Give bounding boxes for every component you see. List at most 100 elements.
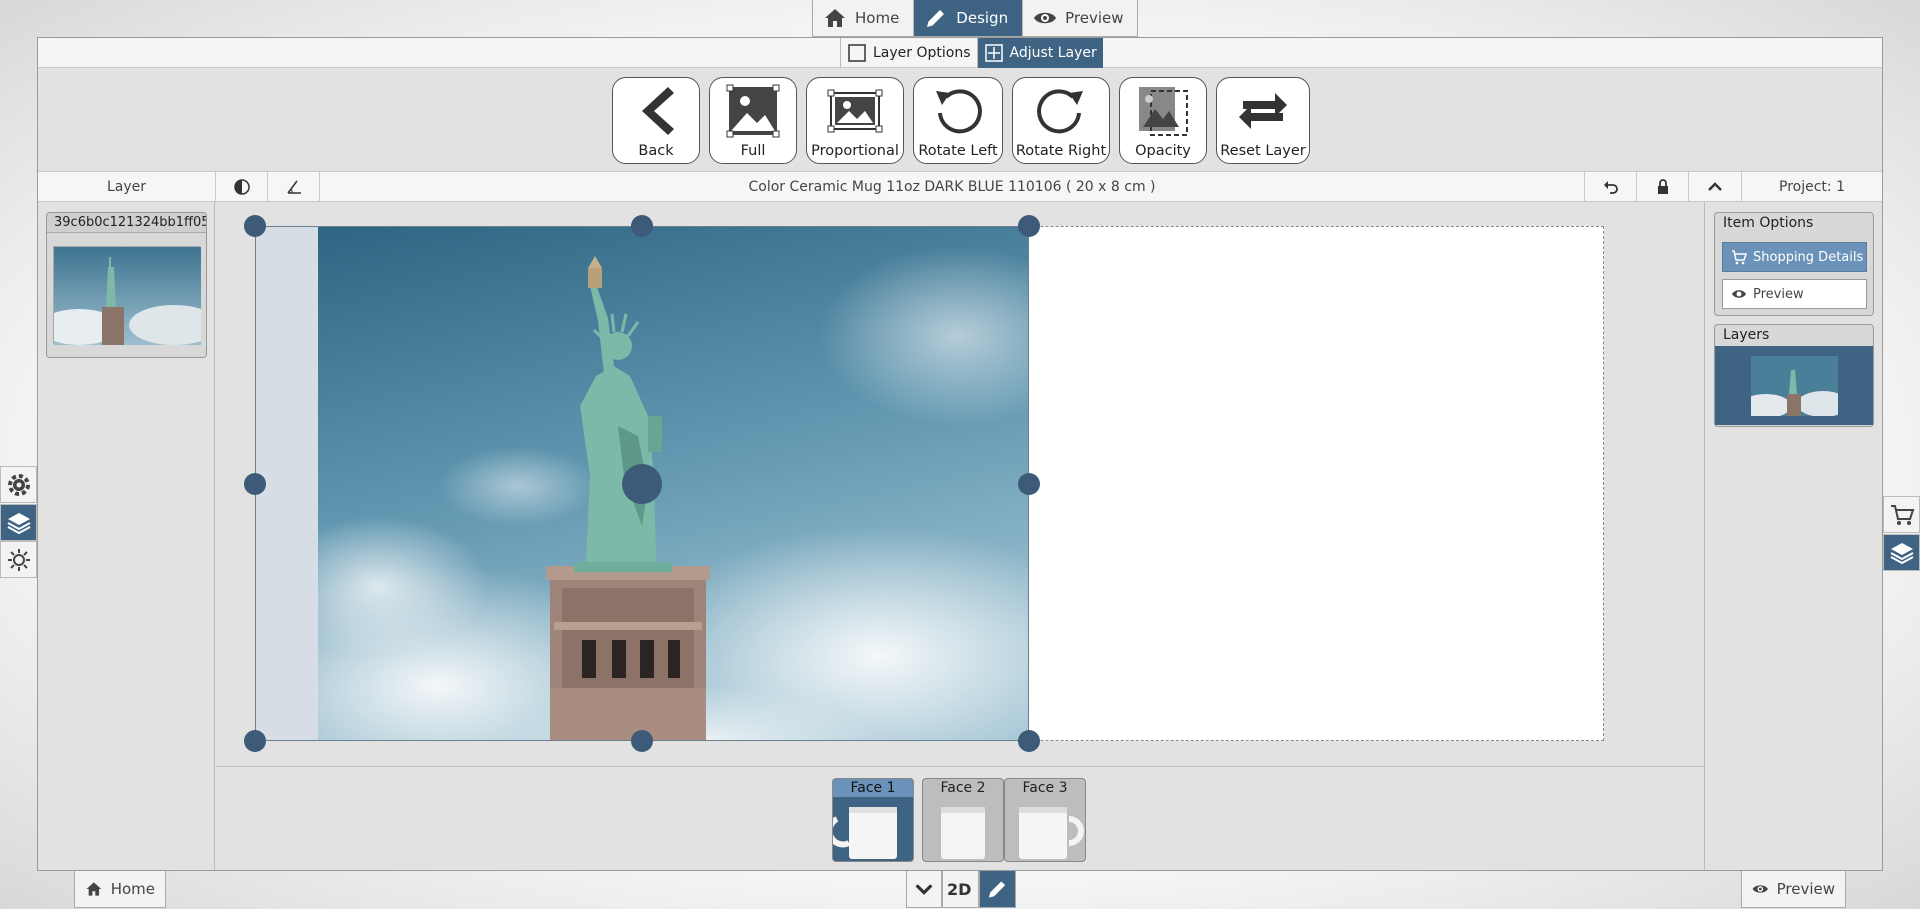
layers-icon xyxy=(7,512,30,534)
move-icon xyxy=(984,44,1003,62)
resize-handle-top-left[interactable] xyxy=(244,215,266,237)
resize-handle-bottom-right[interactable] xyxy=(1018,730,1040,752)
rotate-right-label: Rotate Right xyxy=(1015,143,1107,159)
reset-icon xyxy=(1239,93,1287,129)
bottom-home-button[interactable]: Home xyxy=(74,871,166,908)
collapse-down-button[interactable] xyxy=(906,871,942,908)
mug-icon xyxy=(941,807,985,859)
tab-home-label: Home xyxy=(855,9,900,27)
shopping-details-label: Shopping Details xyxy=(1753,249,1864,265)
shopping-details-button[interactable]: Shopping Details xyxy=(1722,242,1867,272)
reset-layer-label: Reset Layer xyxy=(1220,143,1306,159)
rotate-left-label: Rotate Left xyxy=(918,143,998,159)
tab-preview[interactable]: Preview xyxy=(1023,0,1137,36)
brightness-button[interactable] xyxy=(0,541,37,578)
resize-handle-top[interactable] xyxy=(631,215,653,237)
gear-icon xyxy=(7,473,30,496)
image-full-icon xyxy=(726,84,780,138)
opacity-icon xyxy=(1139,87,1188,136)
bottom-preview-button[interactable]: Preview xyxy=(1741,871,1846,908)
face-3-label: Face 3 xyxy=(1022,780,1068,796)
eye-icon xyxy=(1732,290,1746,298)
home-icon xyxy=(86,882,102,896)
mug-icon xyxy=(1019,807,1084,859)
project-label: Project: 1 xyxy=(1742,172,1882,201)
selection-box[interactable] xyxy=(244,215,1040,752)
chevron-down-icon xyxy=(915,884,933,895)
layer-name: 39c6b0c121324bb1ff05... xyxy=(47,213,206,233)
tab-adjust-layer[interactable]: Adjust Layer xyxy=(976,38,1103,68)
resize-handle-top-right[interactable] xyxy=(1018,215,1040,237)
face-2-label: Face 2 xyxy=(940,780,986,796)
tab-preview-label: Preview xyxy=(1065,9,1124,27)
cart-icon xyxy=(1732,250,1747,265)
layers-thumbnail[interactable] xyxy=(1741,356,1849,418)
chevron-up-icon xyxy=(1708,181,1722,191)
lock-icon xyxy=(1657,178,1668,194)
tab-design[interactable]: Design xyxy=(914,0,1024,36)
proportional-label: Proportional xyxy=(811,143,899,159)
pencil-icon xyxy=(927,10,945,27)
face-2[interactable]: Face 2 xyxy=(922,778,1004,862)
product-title: Color Ceramic Mug 11oz DARK BLUE 110106 … xyxy=(320,172,1585,201)
undo-button[interactable] xyxy=(1585,172,1637,201)
statue-thumbnail-image xyxy=(1741,356,1849,418)
back-label: Back xyxy=(638,143,674,159)
opacity-label: Opacity xyxy=(1135,143,1191,159)
view-mode-label: 2D xyxy=(947,879,972,899)
resize-handle-bottom-left[interactable] xyxy=(244,730,266,752)
rotate-left-button[interactable]: Rotate Left xyxy=(913,77,1003,164)
full-label: Full xyxy=(740,143,766,159)
collapse-button[interactable] xyxy=(1689,172,1742,201)
rotate-right-button[interactable]: Rotate Right xyxy=(1012,77,1110,164)
layer-thumbnail[interactable] xyxy=(39,246,219,345)
tab-home[interactable]: Home xyxy=(813,0,915,36)
square-icon xyxy=(848,44,866,62)
top-tabs: Home Design Preview xyxy=(812,0,1139,37)
edit-mode-button[interactable] xyxy=(979,871,1016,908)
tab-layer-options[interactable]: Layer Options xyxy=(840,38,977,68)
contrast-icon xyxy=(233,178,250,195)
undo-icon xyxy=(1603,180,1618,194)
view-mode-toggle[interactable]: 2D xyxy=(942,871,979,908)
product-title-text: Color Ceramic Mug 11oz DARK BLUE 110106 … xyxy=(748,178,1156,195)
reset-layer-button[interactable]: Reset Layer xyxy=(1216,77,1310,164)
resize-handle-bottom[interactable] xyxy=(631,730,653,752)
resize-handle-right[interactable] xyxy=(1018,473,1040,495)
layer-header: Layer xyxy=(38,172,216,201)
item-options-title: Item Options xyxy=(1723,215,1814,231)
bottom-preview-label: Preview xyxy=(1776,880,1835,898)
move-handle-center[interactable] xyxy=(622,464,662,504)
settings-button[interactable] xyxy=(0,466,37,503)
face-1[interactable]: Face 1 xyxy=(832,778,914,862)
opacity-button[interactable]: Opacity xyxy=(1119,77,1207,164)
tab-adjust-layer-label: Adjust Layer xyxy=(1009,45,1097,61)
info-bar: Layer Color Ceramic Mug 11oz DARK BLUE 1… xyxy=(38,171,1882,202)
cart-button[interactable] xyxy=(1883,496,1920,533)
bottom-home-label: Home xyxy=(110,880,155,898)
layer-toolbar: Back Full Proportional Rotate Left Rotat… xyxy=(612,77,1310,164)
face-3[interactable]: Face 3 xyxy=(1004,778,1086,862)
chevron-left-icon xyxy=(642,87,674,135)
proportional-button[interactable]: Proportional xyxy=(806,77,904,164)
image-proportional-icon xyxy=(827,89,883,133)
layers-toggle-right[interactable] xyxy=(1883,534,1920,571)
sub-tabs: Layer Options Adjust Layer xyxy=(840,38,1103,68)
rotate-left-icon xyxy=(936,89,982,134)
layers-toggle-left[interactable] xyxy=(0,504,37,541)
layer-header-label: Layer xyxy=(106,178,147,195)
eye-icon xyxy=(1752,885,1768,893)
preview-button[interactable]: Preview xyxy=(1722,279,1867,309)
angle-icon xyxy=(286,180,301,194)
lock-button[interactable] xyxy=(1637,172,1689,201)
contrast-button[interactable] xyxy=(216,172,268,201)
back-button[interactable]: Back xyxy=(612,77,700,164)
pencil-icon xyxy=(988,881,1006,898)
project-label-text: Project: 1 xyxy=(1779,178,1845,195)
resize-handle-left[interactable] xyxy=(244,473,266,495)
angle-button[interactable] xyxy=(268,172,320,201)
face-1-label: Face 1 xyxy=(833,779,913,797)
rotate-right-icon xyxy=(1037,89,1083,134)
full-button[interactable]: Full xyxy=(709,77,797,164)
mug-icon xyxy=(833,807,897,859)
